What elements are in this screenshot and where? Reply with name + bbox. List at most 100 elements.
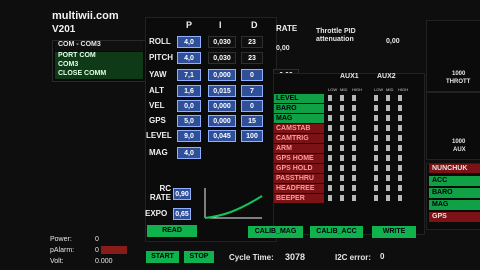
mode-checkbox[interactable] [386, 115, 390, 121]
mode-checkbox[interactable] [374, 155, 378, 161]
mode-checkbox[interactable] [374, 125, 378, 131]
mode-checkbox[interactable] [374, 115, 378, 121]
serial-port-item[interactable]: COM3 [55, 61, 143, 70]
mode-checkbox[interactable] [374, 145, 378, 151]
mode-checkbox[interactable] [398, 185, 402, 191]
mode-checkbox[interactable] [340, 155, 344, 161]
mode-checkbox[interactable] [398, 145, 402, 151]
rc-expo-field[interactable]: 0,65 [173, 208, 191, 220]
pid-i-alt[interactable]: 0,015 [208, 85, 236, 97]
mode-checkbox[interactable] [386, 95, 390, 101]
mode-checkbox[interactable] [340, 125, 344, 131]
pid-p-vel[interactable]: 0,0 [177, 100, 201, 112]
mode-checkbox[interactable] [398, 195, 402, 201]
mode-checkbox[interactable] [328, 195, 332, 201]
mode-checkbox[interactable] [328, 105, 332, 111]
mode-checkbox[interactable] [386, 105, 390, 111]
mode-checkbox[interactable] [328, 185, 332, 191]
mode-checkbox[interactable] [386, 165, 390, 171]
mode-checkbox[interactable] [340, 195, 344, 201]
pid-p-alt[interactable]: 1,6 [177, 85, 201, 97]
pid-i-vel[interactable]: 0,000 [208, 100, 236, 112]
mode-checkbox[interactable] [398, 95, 402, 101]
mode-checkbox[interactable] [374, 105, 378, 111]
mode-checkbox[interactable] [386, 135, 390, 141]
mode-checkbox[interactable] [374, 95, 378, 101]
mode-checkbox[interactable] [328, 175, 332, 181]
read-button[interactable]: READ [147, 225, 197, 237]
mode-checkbox[interactable] [386, 155, 390, 161]
mode-checkbox[interactable] [340, 95, 344, 101]
pid-d-roll[interactable]: 23 [241, 36, 263, 48]
mode-checkbox[interactable] [374, 165, 378, 171]
pid-p-roll[interactable]: 4,0 [177, 36, 201, 48]
start-button[interactable]: START [146, 251, 179, 263]
mode-checkbox[interactable] [340, 145, 344, 151]
mode-checkbox[interactable] [340, 175, 344, 181]
mode-checkbox[interactable] [352, 195, 356, 201]
mode-checkbox[interactable] [386, 145, 390, 151]
mode-checkbox[interactable] [386, 125, 390, 131]
mode-checkbox[interactable] [340, 185, 344, 191]
calib-mag-button[interactable]: CALIB_MAG [248, 226, 303, 238]
pid-d-alt[interactable]: 7 [241, 85, 263, 97]
mode-checkbox[interactable] [398, 165, 402, 171]
mode-checkbox[interactable] [352, 155, 356, 161]
pid-p-level[interactable]: 9,0 [177, 130, 201, 142]
pid-p-pitch[interactable]: 4,0 [177, 52, 201, 64]
close-comm-button[interactable]: CLOSE COMM [55, 70, 143, 79]
mode-checkbox[interactable] [398, 135, 402, 141]
mode-checkbox[interactable] [328, 155, 332, 161]
mode-checkbox[interactable] [352, 175, 356, 181]
mode-checkbox[interactable] [352, 95, 356, 101]
mode-checkbox[interactable] [328, 145, 332, 151]
mode-checkbox[interactable] [398, 125, 402, 131]
pid-i-roll[interactable]: 0,030 [208, 36, 236, 48]
mode-checkbox[interactable] [374, 175, 378, 181]
mode-checkbox[interactable] [328, 135, 332, 141]
mode-checkbox[interactable] [352, 125, 356, 131]
mode-checkbox[interactable] [386, 185, 390, 191]
pid-p-gps[interactable]: 5,0 [177, 115, 201, 127]
mode-checkbox[interactable] [340, 105, 344, 111]
pid-i-pitch[interactable]: 0,030 [208, 52, 236, 64]
mode-checkbox[interactable] [374, 185, 378, 191]
mode-checkbox[interactable] [328, 115, 332, 121]
mode-checkbox[interactable] [398, 105, 402, 111]
pid-d-pitch[interactable]: 23 [241, 52, 263, 64]
mode-checkbox[interactable] [328, 95, 332, 101]
mode-checkbox[interactable] [352, 105, 356, 111]
mode-checkbox[interactable] [352, 185, 356, 191]
serial-port-item[interactable]: PORT COM [55, 52, 143, 61]
mode-checkbox[interactable] [352, 115, 356, 121]
mode-checkbox[interactable] [386, 195, 390, 201]
calib-acc-button[interactable]: CALIB_ACC [310, 226, 363, 238]
pid-d-vel[interactable]: 0 [241, 100, 263, 112]
mode-checkbox[interactable] [328, 165, 332, 171]
mode-checkbox[interactable] [398, 155, 402, 161]
mode-checkbox[interactable] [340, 165, 344, 171]
serial-port-item[interactable]: COM - COM3 [55, 41, 143, 51]
mode-checkbox[interactable] [328, 125, 332, 131]
mode-checkbox[interactable] [352, 165, 356, 171]
pid-d-gps[interactable]: 15 [241, 115, 263, 127]
pid-i-yaw[interactable]: 0,000 [208, 69, 236, 81]
mode-checkbox[interactable] [340, 135, 344, 141]
mode-checkbox[interactable] [352, 145, 356, 151]
mode-checkbox[interactable] [352, 135, 356, 141]
mode-checkbox[interactable] [374, 195, 378, 201]
write-button[interactable]: WRITE [372, 226, 416, 238]
pid-d-yaw[interactable]: 0 [241, 69, 263, 81]
pid-p-mag[interactable]: 4,0 [177, 147, 201, 159]
mode-checkbox[interactable] [386, 175, 390, 181]
pid-i-gps[interactable]: 0,000 [208, 115, 236, 127]
pid-d-level[interactable]: 100 [241, 130, 263, 142]
pid-p-yaw[interactable]: 7,1 [177, 69, 201, 81]
pid-i-level[interactable]: 0,045 [208, 130, 236, 142]
mode-checkbox[interactable] [398, 115, 402, 121]
stop-button[interactable]: STOP [184, 251, 214, 263]
mode-checkbox[interactable] [398, 175, 402, 181]
mode-checkbox[interactable] [374, 135, 378, 141]
rc-rate-field[interactable]: 0,90 [173, 188, 191, 200]
mode-checkbox[interactable] [340, 115, 344, 121]
